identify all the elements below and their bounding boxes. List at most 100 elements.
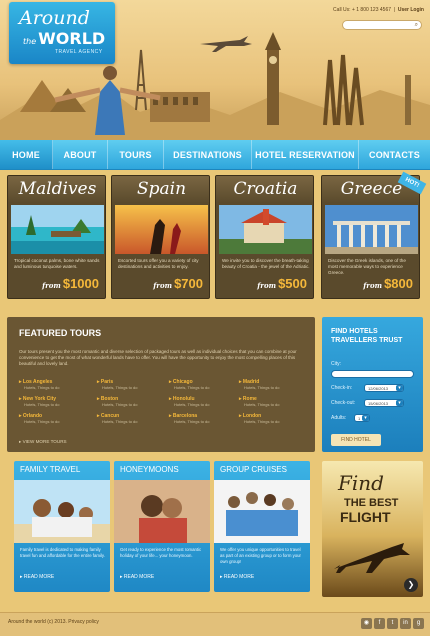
tour-item[interactable]: BostonHotels, Things to do xyxy=(97,396,138,407)
panel-honeymoons: HONEYMOONS Get ready to experience the m… xyxy=(114,461,210,592)
header: Around the WORLD TRAVEL AGENCY Call Us: +… xyxy=(0,0,430,140)
find-hotels-title: FIND HOTELS TRAVELLERS TRUST xyxy=(331,327,402,345)
tour-links[interactable]: Hotels, Things to do xyxy=(169,385,210,390)
destination-card-maldives[interactable]: Maldives Tropical coconut palms, bone wh… xyxy=(7,175,106,299)
panel-family-travel: FAMILY TRAVEL Family travel is dedicated… xyxy=(14,461,110,592)
find-hotel-button[interactable]: FIND HOTEL xyxy=(331,434,381,446)
tour-links[interactable]: Hotels, Things to do xyxy=(239,385,280,390)
nav-home[interactable]: HOME xyxy=(0,140,53,169)
price-value: $500 xyxy=(278,276,307,291)
destination-text: Tropical coconut palms, bone white sands… xyxy=(14,258,100,269)
tour-links[interactable]: Hotels, Things to do xyxy=(97,385,138,390)
destination-image xyxy=(11,205,104,254)
view-more-tours-label: VIEW MORE TOURS xyxy=(22,439,67,444)
adults-label: Adults: xyxy=(331,415,347,421)
panel-image xyxy=(214,480,310,543)
tour-links[interactable]: Hotels, Things to do xyxy=(19,385,60,390)
destination-image xyxy=(219,205,312,254)
logo-tagline: TRAVEL AGENCY xyxy=(55,49,103,55)
price-from-label: from xyxy=(363,281,383,290)
social-icon[interactable]: g xyxy=(413,618,424,629)
best-flight-banner[interactable]: Find THE BEST FLIGHT ❯ xyxy=(322,461,423,597)
view-more-tours-link[interactable]: ▸ VIEW MORE TOURS xyxy=(19,439,67,445)
next-arrow-icon[interactable]: ❯ xyxy=(404,578,418,592)
read-more-link[interactable]: ▸ READ MORE xyxy=(120,574,154,580)
destination-text: We invite you to discover the breath-tak… xyxy=(222,258,310,269)
top-bar: Call Us: + 1 800 123 4567 | User Login xyxy=(333,7,424,13)
featured-description: Our tours present you the most romantic … xyxy=(19,349,297,366)
checkin-select[interactable]: 12/06/2013 xyxy=(364,384,404,392)
site-logo[interactable]: Around the WORLD TRAVEL AGENCY xyxy=(9,2,115,64)
price-value: $1000 xyxy=(62,276,99,291)
destination-price: from $500 xyxy=(257,276,307,291)
logo-text-world-label: WORLD xyxy=(38,29,106,48)
destination-title: Spain xyxy=(112,176,209,203)
destination-price: from $700 xyxy=(153,276,203,291)
tour-item[interactable]: BarcelonaHotels, Things to do xyxy=(169,413,210,424)
facebook-icon[interactable]: f xyxy=(374,618,385,629)
social-icon[interactable]: in xyxy=(400,618,411,629)
destination-price: from $800 xyxy=(363,276,413,291)
nav-destinations[interactable]: DESTINATIONS xyxy=(164,140,252,169)
tour-item[interactable]: ChicagoHotels, Things to do xyxy=(169,379,210,390)
tour-item[interactable]: Los AngelesHotels, Things to do xyxy=(19,379,60,390)
tour-links[interactable]: Hotels, Things to do xyxy=(169,419,210,424)
tour-item[interactable]: HonoluluHotels, Things to do xyxy=(169,396,210,407)
banner-text-flight: FLIGHT xyxy=(340,509,391,525)
price-value: $800 xyxy=(384,276,413,291)
destination-image xyxy=(325,205,418,254)
read-more-link[interactable]: ▸ READ MORE xyxy=(220,574,254,580)
tour-item[interactable]: RomeHotels, Things to do xyxy=(239,396,280,407)
price-value: $700 xyxy=(174,276,203,291)
destination-image xyxy=(115,205,208,254)
destination-text: Discover the Greek islands, one of the m… xyxy=(328,258,406,275)
tour-links[interactable]: Hotels, Things to do xyxy=(97,402,138,407)
nav-tours[interactable]: TOURS xyxy=(108,140,164,169)
panel-title: FAMILY TRAVEL xyxy=(20,465,81,474)
panel-text: Family travel is dedicated to making fam… xyxy=(20,547,105,558)
price-from-label: from xyxy=(42,281,61,290)
tour-links[interactable]: Hotels, Things to do xyxy=(19,402,60,407)
banner-text-the-best: THE BEST xyxy=(344,497,399,509)
destination-card-greece[interactable]: Greece Discover the Greek islands, one o… xyxy=(321,175,420,299)
destination-title: Maldives xyxy=(8,176,105,203)
panel-title: GROUP CRUISES xyxy=(220,465,287,474)
tour-item[interactable]: MadridHotels, Things to do xyxy=(239,379,280,390)
panel-image xyxy=(14,480,110,543)
tour-links[interactable]: Hotels, Things to do xyxy=(19,419,60,424)
destination-card-croatia[interactable]: Croatia We invite you to discover the br… xyxy=(215,175,314,299)
nav-about[interactable]: ABOUT xyxy=(53,140,108,169)
nav-hotel-reservation[interactable]: HOTEL RESERVATION xyxy=(252,140,359,169)
read-more-label: READ MORE xyxy=(223,574,255,580)
logo-text-world: the WORLD xyxy=(23,29,105,48)
user-login-label: User Login xyxy=(397,7,424,13)
tour-links[interactable]: Hotels, Things to do xyxy=(239,419,280,424)
panel-image xyxy=(114,480,210,543)
read-more-label: READ MORE xyxy=(123,574,155,580)
nav-contacts[interactable]: CONTACTS xyxy=(359,140,430,169)
twitter-icon[interactable]: t xyxy=(387,618,398,629)
read-more-link[interactable]: ▸ READ MORE xyxy=(20,574,54,580)
tour-item[interactable]: LondonHotels, Things to do xyxy=(239,413,280,424)
adults-select[interactable]: 1 xyxy=(354,414,370,422)
rss-icon[interactable]: ◉ xyxy=(361,618,372,629)
tour-links[interactable]: Hotels, Things to do xyxy=(97,419,138,424)
price-from-label: from xyxy=(153,281,173,290)
panel-group-cruises: GROUP CRUISES We offer you unique opport… xyxy=(214,461,310,592)
destination-price: from $1000 xyxy=(42,276,99,291)
featured-tours: FEATURED TOURS Our tours present you the… xyxy=(7,317,315,452)
city-input[interactable] xyxy=(331,370,414,378)
tour-links[interactable]: Hotels, Things to do xyxy=(239,402,280,407)
tour-item[interactable]: CancunHotels, Things to do xyxy=(97,413,138,424)
tour-item[interactable]: OrlandoHotels, Things to do xyxy=(19,413,60,424)
tour-links[interactable]: Hotels, Things to do xyxy=(169,402,210,407)
tour-item[interactable]: ParisHotels, Things to do xyxy=(97,379,138,390)
search-icon[interactable]: ⌕ xyxy=(415,22,418,29)
destination-card-spain[interactable]: Spain Escorted tours offer you a variety… xyxy=(111,175,210,299)
user-login-link[interactable]: User Login xyxy=(398,7,424,13)
search-input[interactable]: ⌕ xyxy=(342,20,422,30)
checkout-select[interactable]: 15/06/2013 xyxy=(364,399,404,407)
city-label: City: xyxy=(331,361,341,367)
featured-title: FEATURED TOURS xyxy=(19,328,102,338)
tour-item[interactable]: New York CityHotels, Things to do xyxy=(19,396,60,407)
